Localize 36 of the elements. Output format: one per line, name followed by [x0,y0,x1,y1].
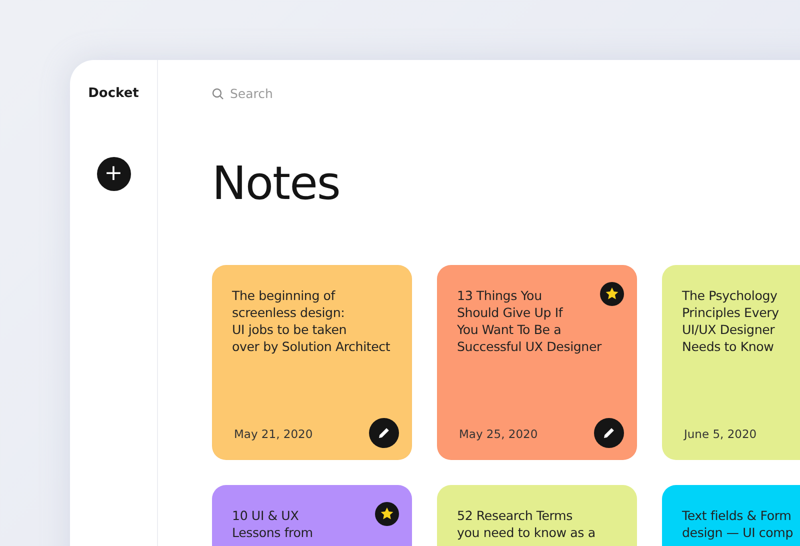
note-title-line: You Want To Be a [457,321,562,338]
note-date: May 25, 2020 [459,427,538,441]
note-title-line: 52 Research Terms [457,507,572,524]
add-note-button[interactable]: + [96,157,130,191]
edit-button[interactable] [594,418,624,448]
app-name: Docket [88,86,139,101]
note-title-line: Lessons from [232,524,313,541]
note-card[interactable]: 52 Research Terms you need to know as a [437,485,637,546]
note-date: May 21, 2020 [234,427,313,441]
note-card[interactable]: The Psychology Principles Every UI/UX Designer Needs to Know June 5, 2020 [662,265,800,460]
note-card[interactable]: Text fields & Form design — UI comp [662,485,800,546]
note-title-line: Should Give Up If [457,304,563,321]
note-card[interactable]: 10 UI & UX Lessons from [212,485,412,546]
note-title-line: over by Solution Architect [232,338,390,355]
note-title-line: The Psychology [682,287,778,304]
note-title-line: 13 Things You [457,287,542,304]
note-title-line: Successful UX Designer [457,338,602,355]
note-title-line: UI/UX Designer [682,321,775,338]
note-title-line: The beginning of [232,287,336,304]
note-title-line: you need to know as a [457,524,596,541]
note-title-line: screenless design: [232,304,345,321]
note-title-line: 10 UI & UX [232,507,299,524]
note-title-line: Principles Every [682,304,779,321]
page-title: Notes [212,155,341,212]
search-field[interactable]: Search [230,86,400,101]
note-card[interactable]: The beginning of screenless design: UI jobs to be taken over by Solution Architect May 21, 2020 [212,265,412,460]
note-card[interactable]: 13 Things You Should Give Up If You Want To Be a Successful UX Designer May 25, 2020 [437,265,637,460]
search-icon [212,88,224,100]
edit-button[interactable] [369,418,399,448]
pencil-icon [377,426,391,440]
note-title-line: Text fields & Form [682,507,792,524]
note-title-line: UI jobs to be taken [232,321,347,338]
pencil-icon [602,426,616,440]
note-title-line: design — UI comp [682,524,794,541]
note-date: June 5, 2020 [684,427,757,441]
note-title-line: Needs to Know [682,338,774,355]
